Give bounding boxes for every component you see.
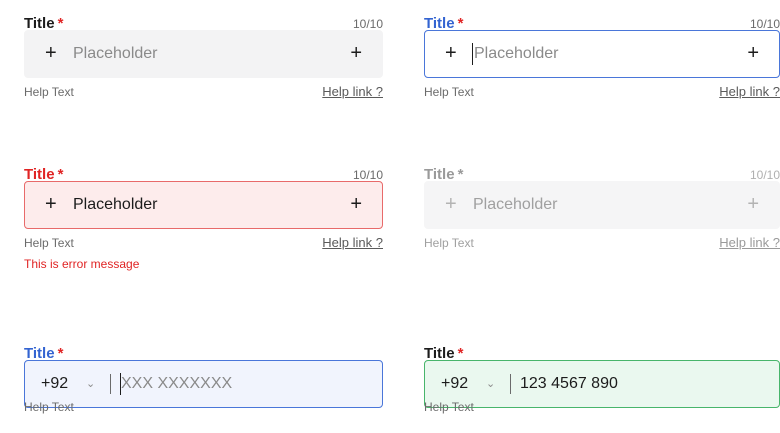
text-caret [472,43,473,65]
country-code-select[interactable]: +92 [41,374,68,394]
help-row: Help Text Help link ? [424,235,780,253]
phone-field-valid: Title * +92 ⌄ 123 4567 890 Help Text [424,344,780,414]
plus-icon[interactable]: + [45,193,57,215]
error-message: This is error message [24,257,140,271]
country-code-select[interactable]: +92 [441,374,468,394]
title-field-disabled: Title * 10/10 + Placeholder + Help Text H… [424,165,780,250]
chevron-down-icon[interactable]: ⌄ [86,376,95,392]
phone-field-focused: Title * +92 ⌄ XXX XXXXXXX Help Text [24,344,383,414]
title-input[interactable]: + Placeholder + [24,181,383,229]
help-row: Help Text [424,399,780,417]
title-input[interactable]: + Placeholder + [424,30,780,78]
plus-icon[interactable]: + [350,42,362,64]
help-row: Help Text Help link ? [424,84,780,102]
phone-number-value: 123 4567 890 [520,375,618,392]
plus-icon[interactable]: + [45,42,57,64]
help-row: Help Text [24,399,383,417]
help-link[interactable]: Help link ? [322,235,383,251]
plus-icon[interactable]: + [445,42,457,64]
help-link[interactable]: Help link ? [719,84,780,100]
help-text: Help Text [24,236,74,250]
title-input[interactable]: + Placeholder + [24,30,383,78]
input-placeholder: Placeholder [474,45,559,62]
help-link[interactable]: Help link ? [322,84,383,100]
help-row: Help Text Help link ? [24,235,383,253]
help-text: Help Text [24,400,74,414]
chevron-down-icon[interactable]: ⌄ [486,376,495,392]
input-placeholder: Placeholder [473,196,558,213]
input-value: Placeholder [73,196,158,213]
plus-icon[interactable]: + [350,193,362,215]
title-field-default: Title * 10/10 + Placeholder + Help Text H… [24,14,383,99]
plus-icon: + [445,193,457,215]
help-text: Help Text [24,85,74,99]
plus-icon[interactable]: + [747,42,759,64]
title-input-disabled: + Placeholder + [424,181,780,229]
help-text: Help Text [424,400,474,414]
divider [110,374,111,394]
divider [510,374,511,394]
help-text: Help Text [424,236,474,250]
text-field-states-sheet: Title * 10/10 + Placeholder + Help Text H… [0,0,780,433]
help-link: Help link ? [719,235,780,250]
help-text: Help Text [424,85,474,99]
plus-icon: + [747,193,759,215]
title-field-error: Title * 10/10 + Placeholder + Help Text H… [24,165,383,271]
title-field-focused: Title * 10/10 + Placeholder + Help Text H… [424,14,780,99]
input-placeholder: Placeholder [73,45,158,62]
help-row: Help Text Help link ? [24,84,383,102]
phone-number-placeholder: XXX XXXXXXX [121,375,233,392]
